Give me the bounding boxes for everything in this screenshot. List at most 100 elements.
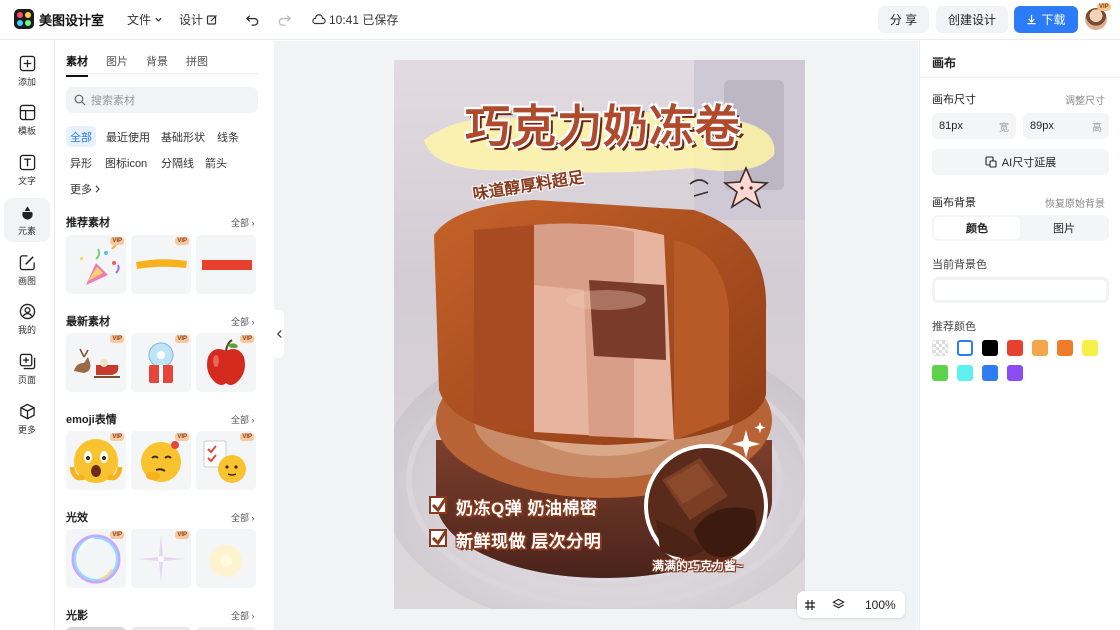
color-swatch[interactable] (957, 340, 973, 356)
undo-icon[interactable] (245, 12, 260, 27)
color-swatch[interactable] (957, 365, 973, 381)
chip-dividers[interactable]: 分隔线 (157, 152, 198, 173)
properties-panel: 画布 画布尺寸 调整尺寸 81px 宽 89px 高 AI尺寸延展 画布背景 恢… (919, 41, 1120, 630)
width-field[interactable]: 81px 宽 (932, 113, 1016, 139)
rail-item-page[interactable]: 页面 (4, 347, 50, 391)
see-all-emoji[interactable]: 全部 › (231, 413, 255, 426)
vip-badge: VIP (240, 335, 254, 343)
tile-thinking-face[interactable]: VIP (131, 431, 191, 490)
shapes-icon (21, 204, 33, 220)
see-all-label: 全部 (231, 513, 250, 523)
ai-extend-button[interactable]: AI尺寸延展 (932, 149, 1109, 175)
design-canvas[interactable]: 巧克力奶冻卷 味道醇厚料超足 奶冻Q弹 奶油棉密 新鲜现做 层次分明 满满的巧克… (394, 60, 805, 609)
share-button[interactable]: 分 享 (878, 6, 929, 33)
grid-icon[interactable] (804, 599, 816, 611)
tile-reindeer-sleigh[interactable]: VIP (66, 333, 126, 392)
color-swatch[interactable] (1007, 340, 1023, 356)
collapse-panel-button[interactable] (274, 310, 284, 358)
chip-all[interactable]: 全部 (66, 126, 96, 147)
app-logo[interactable]: 美图设计室 (14, 9, 104, 29)
vip-badge: VIP (175, 237, 189, 245)
see-all-recommended[interactable]: 全部 › (231, 216, 255, 229)
layers-icon[interactable] (832, 598, 845, 611)
bg-tab-color[interactable]: 颜色 (934, 217, 1020, 239)
rail-label: 画图 (17, 275, 36, 286)
vip-badge: VIP (175, 335, 189, 343)
tile-snow-globe[interactable]: VIP (131, 333, 191, 392)
icon-rail: 添加 模板 文字 元素 画图 我的 页面 更多 (0, 41, 55, 630)
adjust-size-link[interactable]: 调整尺寸 (1065, 92, 1105, 107)
red-bar-icon (202, 260, 252, 270)
see-all-latest[interactable]: 全部 › (231, 315, 255, 328)
color-swatch[interactable] (932, 340, 948, 356)
user-icon (19, 303, 35, 319)
color-swatch[interactable] (1007, 365, 1023, 381)
ai-resize-icon (985, 156, 997, 168)
tile-red-apple[interactable]: VIP (196, 333, 256, 392)
tile-star-sparkle[interactable]: VIP (131, 529, 191, 588)
tile-checklist-face[interactable]: VIP (196, 431, 256, 490)
restore-bg-link[interactable]: 恢复原始背景 (1045, 195, 1105, 210)
chip-lines[interactable]: 线条 (213, 126, 243, 147)
color-swatch[interactable] (1057, 340, 1073, 356)
see-all-light-shadow[interactable]: 全部 › (231, 609, 255, 622)
tile-soap-bubble[interactable]: VIP (66, 529, 126, 588)
rail-item-more[interactable]: 更多 (4, 397, 50, 441)
chevron-left-icon (276, 330, 282, 338)
chip-recent[interactable]: 最近使用 (102, 126, 154, 147)
color-swatch[interactable] (1082, 340, 1098, 356)
plus-square-icon (19, 55, 35, 71)
design-menu-label: 设计 (179, 13, 204, 27)
text-icon (19, 154, 35, 170)
width-value: 81px (939, 120, 963, 132)
zoom-level[interactable]: 100% (865, 598, 896, 612)
see-all-light-effects[interactable]: 全部 › (231, 511, 255, 524)
rail-item-elements[interactable]: 元素 (4, 198, 50, 242)
width-unit: 宽 (999, 122, 1009, 134)
chip-more[interactable]: 更多 (66, 178, 105, 199)
chip-irregular[interactable]: 异形 (66, 152, 96, 173)
poster-title[interactable]: 巧克力奶冻卷 (428, 90, 778, 155)
design-menu[interactable]: 设计 (179, 11, 218, 28)
poster-bullet-2[interactable]: 新鲜现做 层次分明 (456, 527, 601, 552)
rail-item-add[interactable]: 添加 (4, 49, 50, 93)
rail-item-mine[interactable]: 我的 (4, 297, 50, 341)
rail-item-template[interactable]: 模板 (4, 98, 50, 142)
chip-basic-shapes[interactable]: 基础形状 (157, 126, 209, 147)
color-swatch[interactable] (1032, 340, 1048, 356)
tab-divider (66, 73, 259, 74)
redo-icon[interactable] (277, 12, 292, 27)
search-input[interactable]: 搜索素材 (66, 87, 258, 113)
height-unit: 高 (1092, 122, 1102, 134)
height-field[interactable]: 89px 高 (1023, 113, 1109, 139)
tile-red-bar[interactable] (196, 235, 256, 294)
create-design-button[interactable]: 创建设计 (936, 6, 1008, 33)
avatar[interactable] (1085, 8, 1107, 30)
tile-yellow-brush[interactable]: VIP (131, 235, 191, 294)
tile-party-popper[interactable]: VIP (66, 235, 126, 294)
vip-badge: VIP (110, 531, 124, 539)
download-button[interactable]: 下载 (1014, 6, 1078, 33)
bg-tab-image[interactable]: 图片 (1021, 217, 1107, 239)
color-swatch[interactable] (932, 365, 948, 381)
chip-arrows[interactable]: 箭头 (201, 152, 231, 173)
poster-bullet-1[interactable]: 奶冻Q弹 奶油棉密 (456, 494, 597, 519)
rail-item-text[interactable]: 文字 (4, 148, 50, 192)
rail-item-draw[interactable]: 画图 (4, 248, 50, 292)
color-swatch[interactable] (982, 340, 998, 356)
chip-more-label: 更多 (70, 183, 92, 196)
poster-circle-caption[interactable]: 满满的巧克力酱~ (652, 557, 743, 574)
draw-icon (19, 254, 35, 270)
chevron-down-icon (155, 17, 162, 22)
file-menu[interactable]: 文件 (127, 11, 163, 28)
current-bg-swatch[interactable] (932, 277, 1109, 303)
current-bg-label: 当前背景色 (932, 259, 987, 271)
tile-glow-light[interactable] (196, 529, 256, 588)
rail-label: 元素 (17, 225, 36, 236)
tile-shocked-face[interactable]: VIP (66, 431, 126, 490)
chip-icons[interactable]: 图标icon (101, 152, 151, 173)
see-all-label: 全部 (231, 611, 250, 621)
color-swatch[interactable] (982, 365, 998, 381)
vip-badge: VIP (175, 531, 189, 539)
cube-icon (19, 403, 35, 419)
